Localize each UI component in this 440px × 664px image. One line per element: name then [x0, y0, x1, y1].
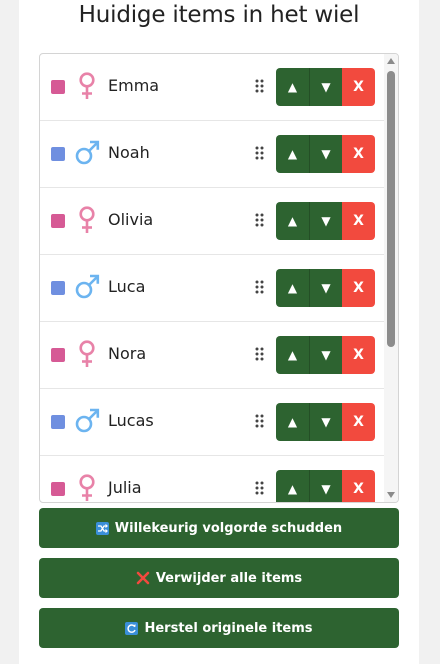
item-controls: ▲ ▼ X: [276, 336, 375, 374]
shuffle-order-label: Willekeurig volgorde schudden: [114, 520, 343, 536]
color-swatch: [51, 281, 65, 295]
female-symbol-icon: [74, 473, 100, 502]
drag-handle-icon[interactable]: [254, 480, 266, 496]
item-controls: ▲ ▼ X: [276, 135, 375, 173]
female-symbol-icon: [74, 71, 100, 101]
move-up-button[interactable]: ▲: [276, 202, 309, 240]
item-name: Lucas: [108, 411, 154, 430]
move-down-button[interactable]: ▼: [309, 403, 342, 441]
cross-mark-icon: [136, 571, 150, 585]
list-item: Julia ▲ ▼ X: [40, 456, 384, 502]
item-controls: ▲ ▼ X: [276, 470, 375, 502]
list-item: Luca ▲ ▼ X: [40, 255, 384, 322]
item-name: Nora: [108, 344, 147, 363]
list-item: Lucas ▲ ▼ X: [40, 389, 384, 456]
delete-all-label: Verwijder alle items: [155, 570, 303, 586]
drag-handle-icon[interactable]: [254, 145, 266, 161]
list-item: Noah ▲ ▼ X: [40, 121, 384, 188]
move-up-button[interactable]: ▲: [276, 336, 309, 374]
female-symbol-icon: [74, 205, 100, 235]
scrollbar-thumb[interactable]: [387, 71, 395, 347]
move-down-button[interactable]: ▼: [309, 470, 342, 502]
color-swatch: [51, 482, 65, 496]
refresh-icon: [125, 621, 139, 635]
delete-item-button[interactable]: X: [342, 403, 375, 441]
move-down-button[interactable]: ▼: [309, 269, 342, 307]
item-name: Luca: [108, 277, 146, 296]
delete-item-button[interactable]: X: [342, 202, 375, 240]
color-swatch: [51, 348, 65, 362]
item-controls: ▲ ▼ X: [276, 269, 375, 307]
items-list-container[interactable]: Emma ▲ ▼ X Noah ▲ ▼ X Olivia ▲ ▼ X Luca ▲ ▼ X Nora ▲ ▼ X Luc…: [39, 53, 399, 503]
female-symbol-icon: [74, 339, 100, 369]
color-swatch: [51, 147, 65, 161]
shuffle-order-button[interactable]: Willekeurig volgorde schudden: [39, 508, 399, 548]
scroll-down-arrow-icon[interactable]: [387, 492, 395, 498]
item-controls: ▲ ▼ X: [276, 202, 375, 240]
list-item: Nora ▲ ▼ X: [40, 322, 384, 389]
drag-handle-icon[interactable]: [254, 212, 266, 228]
list-item: Emma ▲ ▼ X: [40, 54, 384, 121]
item-name: Emma: [108, 76, 160, 95]
restore-items-label: Herstel originele items: [144, 620, 313, 636]
move-up-button[interactable]: ▲: [276, 269, 309, 307]
drag-handle-icon[interactable]: [254, 413, 266, 429]
item-controls: ▲ ▼ X: [276, 403, 375, 441]
color-swatch: [51, 80, 65, 94]
color-swatch: [51, 214, 65, 228]
restore-items-button[interactable]: Herstel originele items: [39, 608, 399, 648]
move-down-button[interactable]: ▼: [309, 68, 342, 106]
move-down-button[interactable]: ▼: [309, 135, 342, 173]
panel-title: Huidige items in het wiel: [78, 2, 360, 28]
item-name: Julia: [108, 478, 142, 497]
male-symbol-icon: [74, 406, 100, 436]
male-symbol-icon: [74, 272, 100, 302]
delete-item-button[interactable]: X: [342, 269, 375, 307]
wheel-items-panel: Huidige items in het wiel Emma ▲ ▼ X Noah ▲ ▼ X…: [19, 0, 419, 664]
delete-item-button[interactable]: X: [342, 135, 375, 173]
move-down-button[interactable]: ▼: [309, 202, 342, 240]
drag-handle-icon[interactable]: [254, 346, 266, 362]
item-controls: ▲ ▼ X: [276, 68, 375, 106]
item-name: Olivia: [108, 210, 154, 229]
drag-handle-icon[interactable]: [254, 78, 266, 94]
shuffle-icon: [95, 521, 109, 535]
delete-item-button[interactable]: X: [342, 68, 375, 106]
move-up-button[interactable]: ▲: [276, 135, 309, 173]
delete-item-button[interactable]: X: [342, 336, 375, 374]
move-up-button[interactable]: ▲: [276, 470, 309, 502]
move-down-button[interactable]: ▼: [309, 336, 342, 374]
color-swatch: [51, 415, 65, 429]
scrollbar[interactable]: [384, 54, 398, 502]
items-list: Emma ▲ ▼ X Noah ▲ ▼ X Olivia ▲ ▼ X Luca ▲ ▼ X Nora ▲ ▼ X Luc…: [40, 54, 384, 502]
move-up-button[interactable]: ▲: [276, 68, 309, 106]
scroll-up-arrow-icon[interactable]: [387, 58, 395, 64]
delete-all-button[interactable]: Verwijder alle items: [39, 558, 399, 598]
drag-handle-icon[interactable]: [254, 279, 266, 295]
list-item: Olivia ▲ ▼ X: [40, 188, 384, 255]
delete-item-button[interactable]: X: [342, 470, 375, 502]
move-up-button[interactable]: ▲: [276, 403, 309, 441]
item-name: Noah: [108, 143, 150, 162]
male-symbol-icon: [74, 138, 100, 168]
